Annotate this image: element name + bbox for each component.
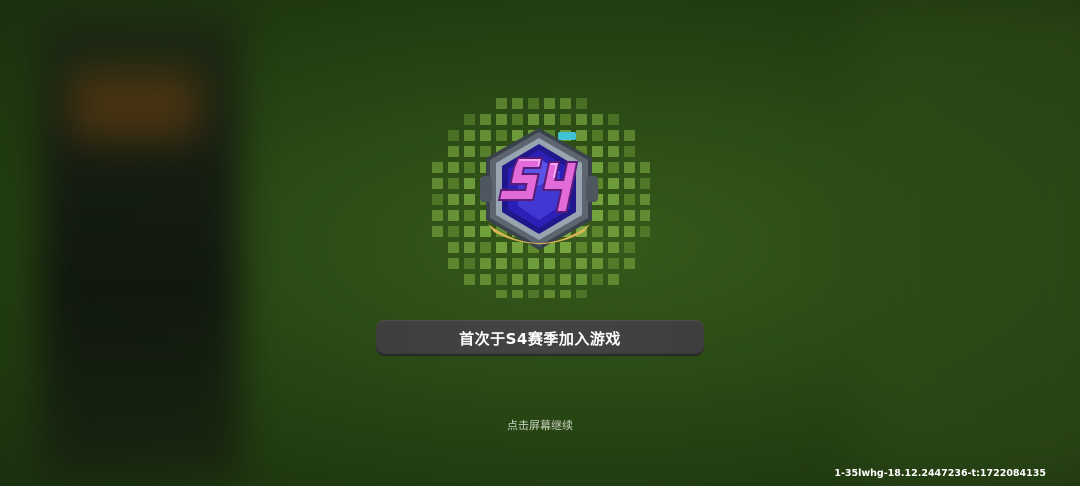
pixel-square: [608, 162, 619, 173]
pixel-square: [592, 274, 603, 285]
pixel-square: [432, 162, 443, 173]
pixel-square: [432, 194, 443, 205]
pixel-square: [608, 194, 619, 205]
pixel-square: [464, 274, 475, 285]
pixel-square: [544, 290, 555, 298]
pixel-square: [432, 226, 443, 237]
pixel-square: [448, 242, 459, 253]
pixel-square: [624, 162, 635, 173]
pixel-square: [608, 258, 619, 269]
pixel-square: [592, 258, 603, 269]
pixel-square: [608, 178, 619, 189]
pixel-square: [624, 194, 635, 205]
tap-to-continue-hint[interactable]: 点击屏幕继续: [440, 417, 640, 433]
pixel-square: [640, 194, 650, 205]
season-s4-badge-icon: [474, 124, 604, 254]
pixel-square: [464, 258, 475, 269]
pixel-square: [640, 178, 650, 189]
pixel-square: [448, 146, 459, 157]
pixel-square: [448, 130, 459, 141]
pixel-square: [624, 242, 635, 253]
pixel-square: [624, 226, 635, 237]
pixel-square: [480, 258, 491, 269]
pixel-square: [512, 290, 523, 298]
pixel-square: [512, 98, 523, 109]
pixel-square: [544, 98, 555, 109]
pixel-square: [448, 226, 459, 237]
pixel-square: [496, 290, 507, 298]
pixel-square: [496, 258, 507, 269]
pixel-square: [560, 258, 571, 269]
season-join-banner: 首次于S4赛季加入游戏: [376, 320, 704, 356]
pixel-square: [528, 274, 539, 285]
pixel-square: [512, 274, 523, 285]
pixel-square: [432, 210, 443, 221]
pixel-square: [448, 258, 459, 269]
build-version-label: 1-35lwhg-18.12.2447236-t:1722084135: [834, 468, 1046, 479]
pixel-square: [432, 178, 443, 189]
pixel-square: [576, 290, 587, 298]
pixel-square: [608, 274, 619, 285]
pixel-square: [528, 290, 539, 298]
pixel-square: [496, 274, 507, 285]
season-join-text: 首次于S4赛季加入游戏: [459, 329, 621, 348]
pixel-square: [528, 98, 539, 109]
pixel-square: [640, 210, 650, 221]
pixel-square: [624, 258, 635, 269]
pixel-square: [560, 290, 571, 298]
pixel-square: [448, 162, 459, 173]
pixel-square: [608, 130, 619, 141]
pixel-square: [512, 258, 523, 269]
pixel-square: [608, 210, 619, 221]
pixel-square: [624, 130, 635, 141]
pixel-square: [560, 98, 571, 109]
pixel-square: [608, 242, 619, 253]
pixel-square: [480, 274, 491, 285]
pixel-square: [576, 258, 587, 269]
pixel-square: [624, 178, 635, 189]
pixel-square: [576, 98, 587, 109]
pixel-square: [640, 162, 650, 173]
pixel-square: [624, 146, 635, 157]
pixel-square: [544, 258, 555, 269]
reward-overlay[interactable]: 首次于S4赛季加入游戏 点击屏幕继续: [0, 0, 1080, 486]
pixel-square: [576, 274, 587, 285]
pixel-square: [608, 226, 619, 237]
pixel-square: [448, 210, 459, 221]
pixel-square: [624, 210, 635, 221]
pixel-square: [544, 274, 555, 285]
pixel-square: [608, 146, 619, 157]
pixel-square: [608, 114, 619, 125]
pixel-square: [496, 98, 507, 109]
pixel-square: [640, 226, 650, 237]
pixel-square: [560, 274, 571, 285]
pixel-square: [448, 178, 459, 189]
pixel-square: [448, 194, 459, 205]
pixel-square: [528, 258, 539, 269]
